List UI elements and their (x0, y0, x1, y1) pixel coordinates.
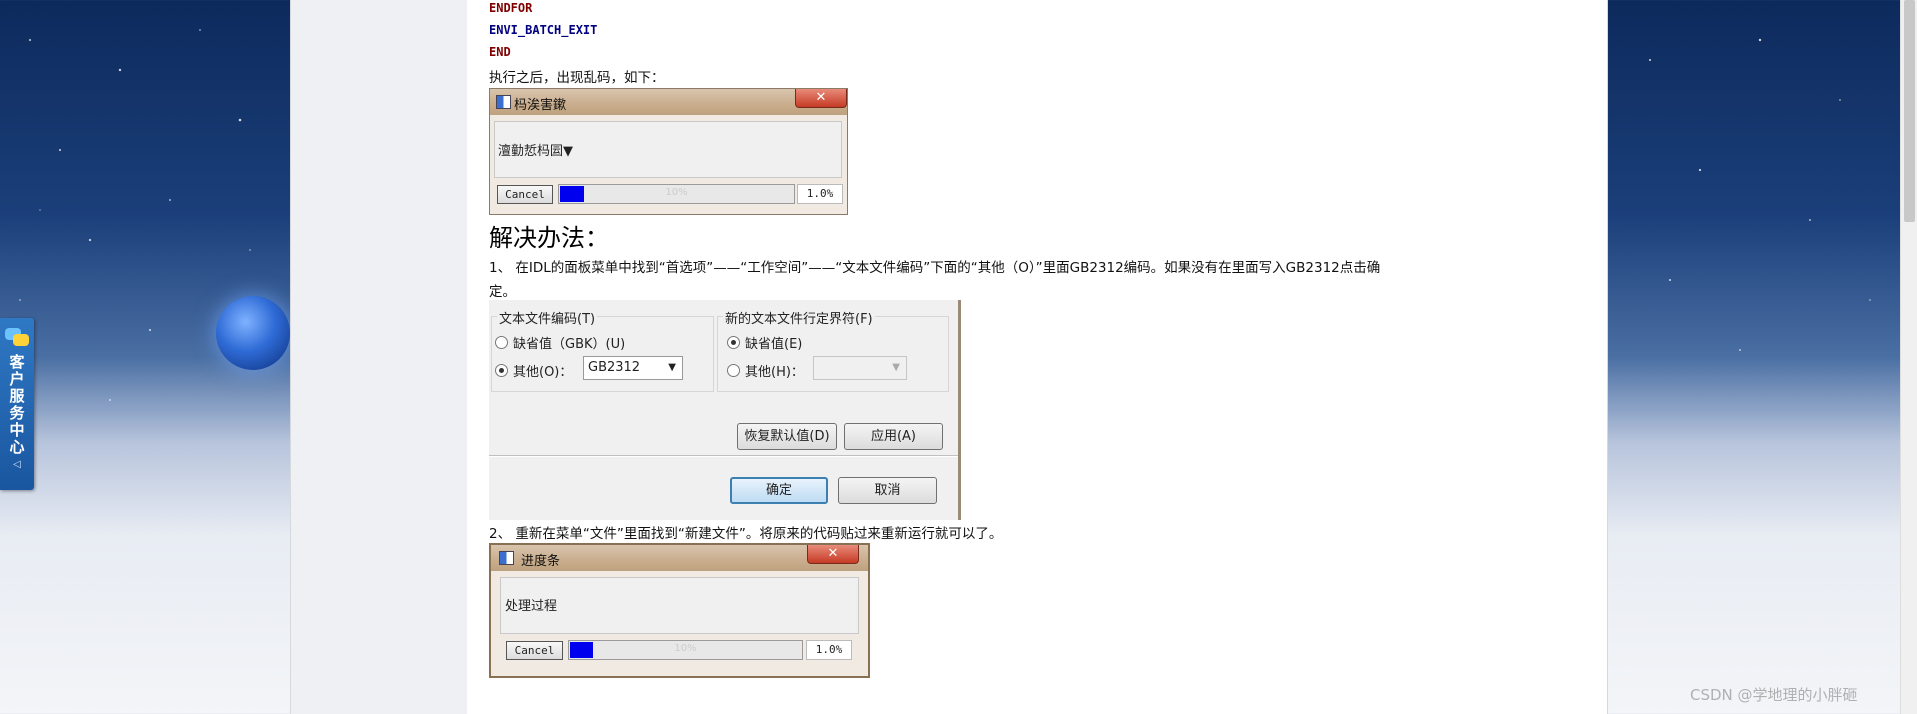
cancel-button[interactable]: Cancel (497, 185, 553, 204)
customer-service-tab[interactable]: 客户服务中心 ◁ (0, 318, 34, 490)
code-line-end: END (489, 45, 511, 59)
dialog-title: 进度条 (521, 554, 561, 569)
encoding-group: 文本文件编码(T) (491, 308, 714, 392)
encoding-select[interactable]: GB2312 ▼ (583, 356, 683, 380)
customer-service-label: 客户服务中心 (9, 353, 25, 456)
progress-faint-label: 10% (674, 643, 697, 654)
progress-faint-label: 10% (665, 187, 688, 198)
percent-readout: 1.0% (806, 640, 852, 660)
step1-text: 1、 在IDL的面板菜单中找到“首选项”——“工作空间”——“文本文件编码”下面… (489, 260, 1381, 276)
button-divider (489, 455, 958, 457)
ok-button[interactable]: 确定 (730, 477, 828, 504)
planet-decoration (216, 296, 290, 370)
step2-text: 2、 重新在菜单“文件”里面找到“新建文件”。将原来的代码贴过来重新运行就可以了… (489, 526, 1003, 542)
code-line-endfor: ENDFOR (489, 1, 533, 15)
radio-default-gbk-label: 缺省值（GBK）(U) (513, 337, 626, 352)
dialog-titlebar: 杩涘害鏉 ✕ (490, 89, 847, 115)
progress-bar: 10% (558, 184, 795, 204)
eol-group-label: 新的文本文件行定界符(F) (723, 308, 875, 327)
chat-bubbles-icon (5, 328, 29, 348)
code-line-envi-batch-exit: ENVI_BATCH_EXIT (489, 23, 598, 37)
starfield-right (1649, 38, 1871, 351)
close-icon[interactable]: ✕ (795, 89, 847, 108)
garbled-progress-dialog: 杩涘害鏉 ✕ 澶勭悊杩囩▼ Cancel 10% 1.0% (489, 88, 848, 215)
progress-bar: 10% (568, 640, 803, 660)
message-area: 处理过程 (500, 577, 859, 634)
csdn-watermark: CSDN @学地理的小胖砸 (1690, 686, 1858, 704)
window-icon (496, 95, 511, 109)
cancel-button[interactable]: Cancel (506, 641, 563, 660)
scrollbar-thumb[interactable] (1904, 0, 1915, 222)
preferences-panel: 文本文件编码(T) 缺省值（GBK）(U) 其他(O)： GB2312 ▼ 新的… (489, 300, 961, 520)
chevron-down-icon: ▼ (668, 362, 676, 373)
eol-group: 新的文本文件行定界符(F) (717, 308, 949, 392)
radio-icon (495, 336, 508, 349)
solution-heading: 解决办法： (489, 224, 609, 252)
radio-other-encoding[interactable]: 其他(O)： (495, 361, 572, 380)
encoding-group-label: 文本文件编码(T) (497, 308, 598, 327)
left-sidebar-panel (290, 0, 468, 714)
dialog-message: 处理过程 (505, 599, 558, 614)
radio-eol-default-label: 缺省值(E) (745, 337, 803, 352)
eol-select[interactable]: ▼ (813, 356, 907, 380)
encoding-select-value: GB2312 (588, 360, 641, 375)
step1-text-continued: 定。 (489, 284, 516, 300)
collapse-arrow-icon[interactable]: ◁ (0, 459, 34, 470)
window-icon (499, 551, 514, 565)
message-area: 澶勭悊杩囩▼ (494, 121, 842, 178)
cancel-button[interactable]: 取消 (838, 477, 937, 504)
radio-default-gbk[interactable]: 缺省值（GBK）(U) (495, 333, 625, 352)
radio-other-encoding-label: 其他(O)： (513, 365, 573, 380)
percent-readout: 1.0% (797, 184, 843, 204)
chevron-down-icon: ▼ (892, 362, 900, 373)
radio-eol-default[interactable]: 缺省值(E) (727, 333, 802, 352)
fixed-progress-dialog: 进度条 ✕ 处理过程 Cancel 10% 1.0% (489, 543, 870, 678)
close-icon[interactable]: ✕ (807, 545, 859, 564)
radio-eol-other-label: 其他(H)： (745, 365, 804, 380)
dialog-title: 杩涘害鏉 (514, 98, 567, 113)
radio-selected-icon (727, 336, 740, 349)
vertical-scrollbar[interactable] (1900, 0, 1917, 714)
apply-button[interactable]: 应用(A) (844, 423, 943, 450)
radio-icon (727, 364, 740, 377)
radio-eol-other[interactable]: 其他(H)： (727, 361, 804, 380)
dialog-message: 澶勭悊杩囩▼ (498, 144, 573, 159)
radio-selected-icon (495, 364, 508, 377)
dialog-titlebar: 进度条 ✕ (491, 545, 868, 571)
paragraph-garbled-intro: 执行之后，出现乱码，如下： (489, 70, 665, 86)
restore-defaults-button[interactable]: 恢复默认值(D) (737, 423, 837, 450)
